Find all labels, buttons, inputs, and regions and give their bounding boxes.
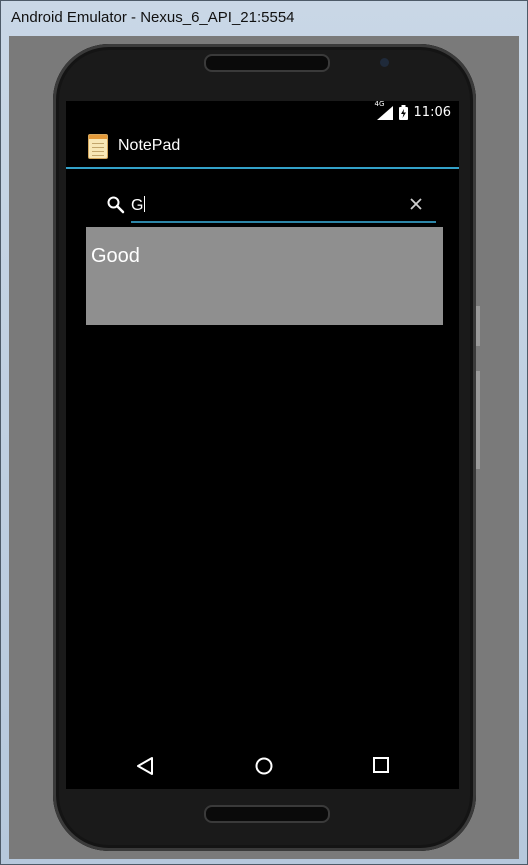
signal-icon: 4G xyxy=(375,100,393,120)
window-title: Android Emulator - Nexus_6_API_21:5554 xyxy=(11,9,295,26)
action-bar: NotePad xyxy=(66,125,459,169)
navigation-bar xyxy=(66,743,459,789)
front-camera-icon xyxy=(380,58,389,67)
network-type: 4G xyxy=(374,99,385,108)
notepad-icon[interactable] xyxy=(88,133,108,159)
search-bar[interactable]: G xyxy=(103,193,436,223)
back-icon[interactable] xyxy=(136,756,154,780)
note-title: Good xyxy=(91,245,140,267)
app-title: NotePad xyxy=(118,137,181,154)
list-item[interactable]: Good xyxy=(86,227,443,325)
search-input[interactable]: G xyxy=(131,193,401,219)
power-button[interactable] xyxy=(476,306,480,346)
search-icon xyxy=(106,195,126,219)
battery-icon xyxy=(398,105,408,120)
bottom-speaker xyxy=(204,805,330,823)
search-query: G xyxy=(131,197,144,214)
status-time: 11:06 xyxy=(413,105,451,120)
emulator-window: Android Emulator - Nexus_6_API_21:5554 4… xyxy=(0,0,528,865)
status-icons: 4G 11:06 xyxy=(375,100,451,120)
recents-icon[interactable] xyxy=(372,756,390,778)
volume-button[interactable] xyxy=(476,371,480,469)
search-underline xyxy=(131,221,436,223)
clear-icon[interactable] xyxy=(408,196,424,216)
home-icon[interactable] xyxy=(254,756,274,780)
top-speaker xyxy=(204,54,330,72)
phone-screen: 4G 11:06 NotePad G Good xyxy=(66,100,459,789)
text-cursor xyxy=(144,196,146,212)
status-bar: 4G 11:06 xyxy=(66,100,459,125)
